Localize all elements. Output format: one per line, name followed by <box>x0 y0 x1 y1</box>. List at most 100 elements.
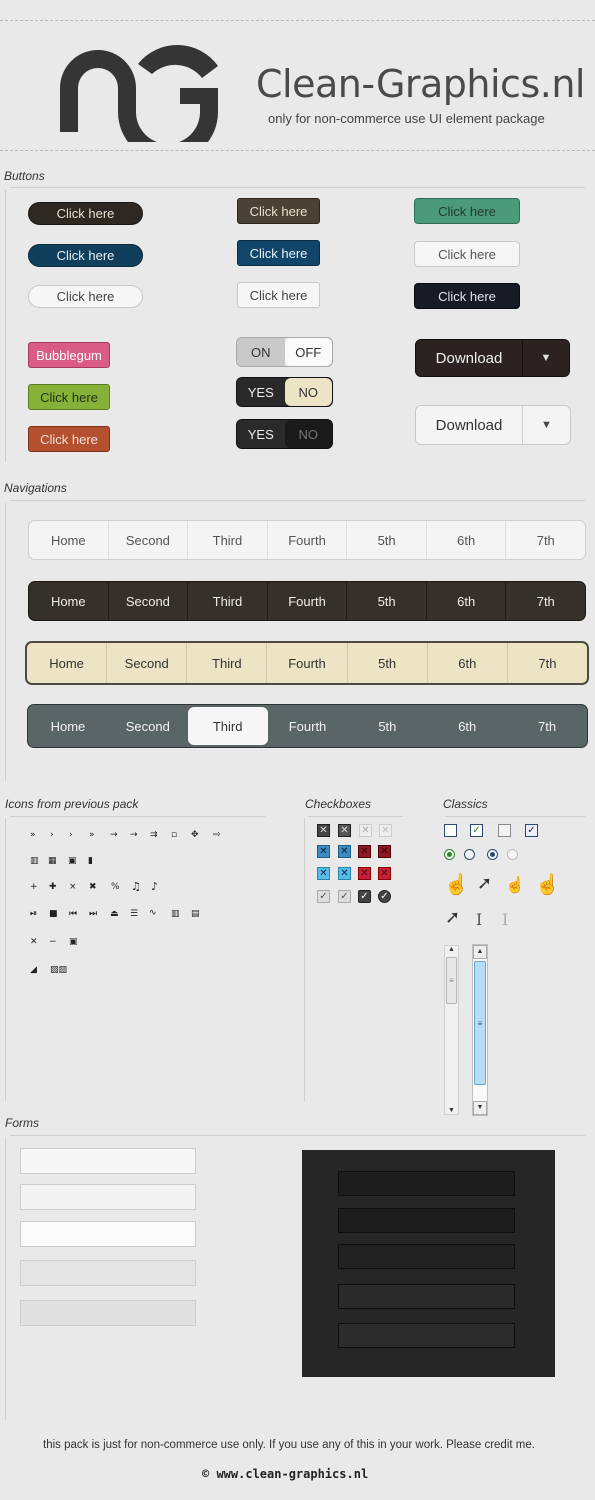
download-split-button-light[interactable]: Download ▼ <box>415 405 571 445</box>
yes-no-toggle-dark[interactable]: YES NO <box>236 419 333 449</box>
resize-grip-icon: ◢ <box>30 965 37 975</box>
toggle-off-label: OFF <box>284 338 332 366</box>
nav-item-home[interactable]: Home <box>29 521 109 559</box>
nav-item-6th[interactable]: 6th <box>427 705 507 747</box>
click-here-button-brown-rect[interactable]: Click here <box>237 198 320 224</box>
click-here-button-navy[interactable]: Click here <box>28 244 143 267</box>
nav-item-6th[interactable]: 6th <box>428 643 508 683</box>
checkbox-dark-x[interactable]: ✕ <box>338 824 351 837</box>
download-split-button-dark[interactable]: Download ▼ <box>415 339 570 377</box>
scrollbar-blue[interactable]: ▲ ≡ ▼ <box>472 944 488 1116</box>
nav-item-second[interactable]: Second <box>109 521 189 559</box>
checkbox-lightblue-x[interactable]: ✕ <box>338 867 351 880</box>
radio-disabled[interactable] <box>507 849 518 860</box>
checkbox-crimson-x[interactable]: ✕ <box>358 867 371 880</box>
nav-item-second[interactable]: Second <box>109 582 189 620</box>
nav-item-5th[interactable]: 5th <box>347 705 427 747</box>
text-input-dark-3[interactable] <box>338 1244 515 1269</box>
radio-blue-selected[interactable] <box>487 849 498 860</box>
nav-item-fourth[interactable]: Fourth <box>268 521 348 559</box>
text-input-light-3[interactable] <box>20 1221 196 1247</box>
nav-item-third-active[interactable]: Third <box>187 707 268 745</box>
stop-icon: ■ <box>49 909 58 919</box>
radio-green-selected[interactable] <box>444 849 455 860</box>
classic-checkbox-gray[interactable] <box>498 824 511 837</box>
scrollbar-thumb[interactable]: ≡ <box>446 957 457 1004</box>
checkbox-dark-check[interactable]: ✓ <box>358 890 371 903</box>
download-label[interactable]: Download <box>416 406 523 444</box>
click-here-button-rust[interactable]: Click here <box>28 426 110 452</box>
nav-item-third[interactable]: Third <box>188 521 268 559</box>
nav-item-7th[interactable]: 7th <box>508 643 587 683</box>
click-here-button-green[interactable]: Click here <box>28 384 110 410</box>
nav-item-third[interactable]: Third <box>187 643 268 683</box>
nav-item-fourth[interactable]: Fourth <box>268 582 348 620</box>
checkbox-light-x[interactable]: ✕ <box>379 824 392 837</box>
nav-item-7th[interactable]: 7th <box>506 582 585 620</box>
nav-item-5th[interactable]: 5th <box>347 582 427 620</box>
text-cursor-icon: I <box>476 910 483 929</box>
click-here-button-teal[interactable]: Click here <box>414 198 520 224</box>
text-input-dark-4[interactable] <box>338 1284 515 1309</box>
click-here-button-white-rect[interactable]: Click here <box>237 282 320 308</box>
yes-no-toggle-beige[interactable]: YES NO <box>236 377 333 407</box>
checkbox-dark-x[interactable]: ✕ <box>317 824 330 837</box>
checkbox-blue-x[interactable]: ✕ <box>317 845 330 858</box>
text-input-dark-2[interactable] <box>338 1208 515 1233</box>
nav-item-home[interactable]: Home <box>27 643 108 683</box>
scrollbar-classic[interactable]: ▲ ≡ ▼ <box>444 945 459 1115</box>
nav-item-6th[interactable]: 6th <box>427 582 507 620</box>
scroll-up-icon[interactable]: ▲ <box>473 945 487 959</box>
classic-checkbox-checked-blue[interactable]: ✓ <box>525 824 538 837</box>
music-note-icon: ♫ <box>131 880 141 893</box>
square-icon: ▫ <box>171 830 178 840</box>
checkbox-red-x[interactable]: ✕ <box>378 845 391 858</box>
nav-item-7th[interactable]: 7th <box>506 521 585 559</box>
click-here-button-white[interactable]: Click here <box>28 285 143 308</box>
click-here-button-light[interactable]: Click here <box>414 241 520 267</box>
nav-item-home[interactable]: Home <box>29 582 109 620</box>
text-input-dark-1[interactable] <box>338 1171 515 1196</box>
nav-item-7th[interactable]: 7th <box>507 705 587 747</box>
nav-item-5th[interactable]: 5th <box>347 521 427 559</box>
checkbox-light-x[interactable]: ✕ <box>359 824 372 837</box>
minus-icon: − <box>49 937 57 947</box>
text-input-dark-5[interactable] <box>338 1323 515 1348</box>
text-input-light-4[interactable] <box>20 1260 196 1286</box>
scrollbar-thumb[interactable]: ≡ <box>474 961 486 1085</box>
on-off-toggle[interactable]: ON OFF <box>236 337 333 367</box>
chevron-down-icon[interactable]: ▼ <box>523 406 570 444</box>
classic-checkbox-checked-green[interactable]: ✓ <box>470 824 483 837</box>
click-here-button-black[interactable]: Click here <box>414 283 520 309</box>
checkbox-lightblue-x[interactable]: ✕ <box>317 867 330 880</box>
click-here-button-blue-rect[interactable]: Click here <box>237 240 320 266</box>
scroll-down-icon[interactable]: ▼ <box>473 1101 487 1115</box>
checkbox-blue-x[interactable]: ✕ <box>338 845 351 858</box>
section-border <box>5 1137 6 1420</box>
click-here-button-dark-brown[interactable]: Click here <box>28 202 143 225</box>
classic-checkbox-empty[interactable] <box>444 824 457 837</box>
checkbox-gray-check[interactable]: ✓ <box>338 890 351 903</box>
nav-item-home[interactable]: Home <box>28 705 108 747</box>
scroll-down-icon[interactable]: ▼ <box>445 1107 458 1114</box>
nav-item-fourth[interactable]: Fourth <box>267 643 348 683</box>
text-input-light-1[interactable] <box>20 1148 196 1174</box>
nav-item-second[interactable]: Second <box>108 705 188 747</box>
text-input-light-2[interactable] <box>20 1184 196 1210</box>
checkbox-gray-check[interactable]: ✓ <box>317 890 330 903</box>
scroll-up-icon[interactable]: ▲ <box>445 946 458 953</box>
radio-empty[interactable] <box>464 849 475 860</box>
nav-item-5th[interactable]: 5th <box>348 643 428 683</box>
checkbox-red-x[interactable]: ✕ <box>358 845 371 858</box>
bubblegum-button[interactable]: Bubblegum <box>28 342 110 368</box>
section-divider <box>10 1135 585 1136</box>
chevron-down-icon[interactable]: ▼ <box>523 340 569 376</box>
text-input-light-5[interactable] <box>20 1300 196 1326</box>
nav-item-third[interactable]: Third <box>188 582 268 620</box>
checkbox-crimson-x[interactable]: ✕ <box>378 867 391 880</box>
nav-item-6th[interactable]: 6th <box>427 521 507 559</box>
nav-item-fourth[interactable]: Fourth <box>268 705 348 747</box>
checkbox-dark-round-check[interactable]: ✓ <box>378 890 391 903</box>
nav-item-second[interactable]: Second <box>107 643 188 683</box>
download-label[interactable]: Download <box>416 340 523 376</box>
